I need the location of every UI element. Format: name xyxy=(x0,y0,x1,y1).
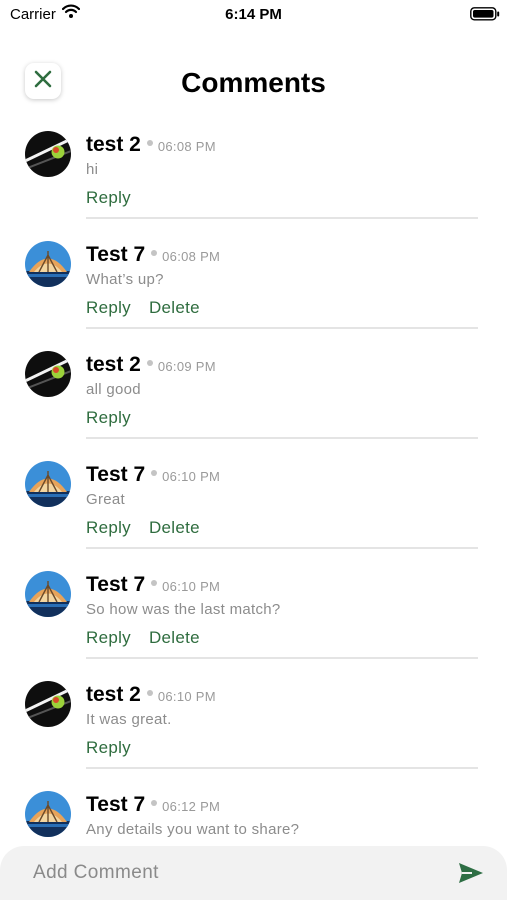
comment-time: 06:12 PM xyxy=(162,799,221,814)
comment-time: 06:10 PM xyxy=(157,689,216,704)
comment-text: hi xyxy=(86,161,99,178)
comment-time: 06:09 PM xyxy=(157,359,216,374)
reply-button[interactable]: Reply xyxy=(86,298,131,318)
divider xyxy=(86,657,478,659)
divider xyxy=(86,327,478,329)
reply-button[interactable]: Reply xyxy=(86,738,131,758)
comment-text: What’s up? xyxy=(86,271,164,288)
comment-author: Test 7 xyxy=(86,573,146,596)
comment-actions: Reply xyxy=(86,408,149,428)
comment-item: test 2 06:08 PM hi Reply xyxy=(0,125,507,235)
comment-author: test 2 xyxy=(86,353,141,376)
comment-header: Test 7 06:10 PM xyxy=(86,463,220,487)
avatar[interactable] xyxy=(25,351,71,397)
separator-dot xyxy=(151,470,158,476)
separator-dot xyxy=(146,690,153,696)
comment-header: Test 7 06:08 PM xyxy=(86,243,220,267)
status-time: 6:14 PM xyxy=(225,6,282,23)
send-icon xyxy=(458,863,484,888)
separator-dot xyxy=(151,800,158,806)
send-button[interactable] xyxy=(458,862,484,889)
comment-item: Test 7 06:12 PM Any details you want to sh… xyxy=(0,785,507,845)
comment-composer xyxy=(0,846,507,900)
comment-text: Any details you want to share? xyxy=(86,821,300,838)
delete-button[interactable]: Delete xyxy=(149,518,200,538)
comment-header: Test 7 06:12 PM xyxy=(86,793,220,817)
comment-actions: Reply xyxy=(86,738,149,758)
separator-dot xyxy=(151,580,158,586)
comment-text: It was great. xyxy=(86,711,172,728)
comment-header: Test 7 06:10 PM xyxy=(86,573,220,597)
comment-author: Test 7 xyxy=(86,793,146,816)
divider xyxy=(86,767,478,769)
comment-actions: Reply Delete xyxy=(86,628,218,648)
comment-item: test 2 06:09 PM all good Reply xyxy=(0,345,507,455)
comment-author: test 2 xyxy=(86,133,141,156)
avatar[interactable] xyxy=(25,681,71,727)
comment-actions: Reply xyxy=(86,188,149,208)
separator-dot xyxy=(151,250,158,256)
divider xyxy=(86,217,478,219)
reply-button[interactable]: Reply xyxy=(86,628,131,648)
comment-author: test 2 xyxy=(86,683,141,706)
reply-button[interactable]: Reply xyxy=(86,408,131,428)
divider xyxy=(86,547,478,549)
page-title: Comments xyxy=(181,67,326,98)
comment-header: test 2 06:10 PM xyxy=(86,683,216,707)
comment-time: 06:08 PM xyxy=(162,249,221,264)
comment-item: Test 7 06:10 PM So how was the last match?… xyxy=(0,565,507,675)
comment-item: Test 7 06:08 PM What’s up? Reply Delete xyxy=(0,235,507,345)
reply-button[interactable]: Reply xyxy=(86,518,131,538)
comment-item: test 2 06:10 PM It was great. Reply xyxy=(0,675,507,785)
comment-header: test 2 06:08 PM xyxy=(86,133,216,157)
separator-dot xyxy=(146,360,153,366)
avatar[interactable] xyxy=(25,791,71,837)
comment-time: 06:10 PM xyxy=(162,469,221,484)
battery-icon xyxy=(470,7,500,26)
comment-author: Test 7 xyxy=(86,463,146,486)
comment-text: all good xyxy=(86,381,141,398)
avatar[interactable] xyxy=(25,241,71,287)
comment-time: 06:08 PM xyxy=(157,139,216,154)
comment-list[interactable]: test 2 06:08 PM hi Reply Test 7 06:08 PM What’… xyxy=(0,125,507,845)
avatar[interactable] xyxy=(25,461,71,507)
comment-time: 06:10 PM xyxy=(162,579,221,594)
delete-button[interactable]: Delete xyxy=(149,628,200,648)
comment-text: So how was the last match? xyxy=(86,601,281,618)
avatar[interactable] xyxy=(25,131,71,177)
avatar[interactable] xyxy=(25,571,71,617)
reply-button[interactable]: Reply xyxy=(86,188,131,208)
comment-item: Test 7 06:10 PM Great Reply Delete xyxy=(0,455,507,565)
separator-dot xyxy=(146,140,153,146)
comment-header: test 2 06:09 PM xyxy=(86,353,216,377)
comment-actions: Reply Delete xyxy=(86,298,218,318)
header: Comments xyxy=(0,55,507,111)
comment-text: Great xyxy=(86,491,126,508)
comment-actions: Reply Delete xyxy=(86,518,218,538)
divider xyxy=(86,437,478,439)
comment-author: Test 7 xyxy=(86,243,146,266)
status-bar: Carrier 6:14 PM xyxy=(0,0,507,30)
comment-input[interactable] xyxy=(33,859,433,887)
delete-button[interactable]: Delete xyxy=(149,298,200,318)
